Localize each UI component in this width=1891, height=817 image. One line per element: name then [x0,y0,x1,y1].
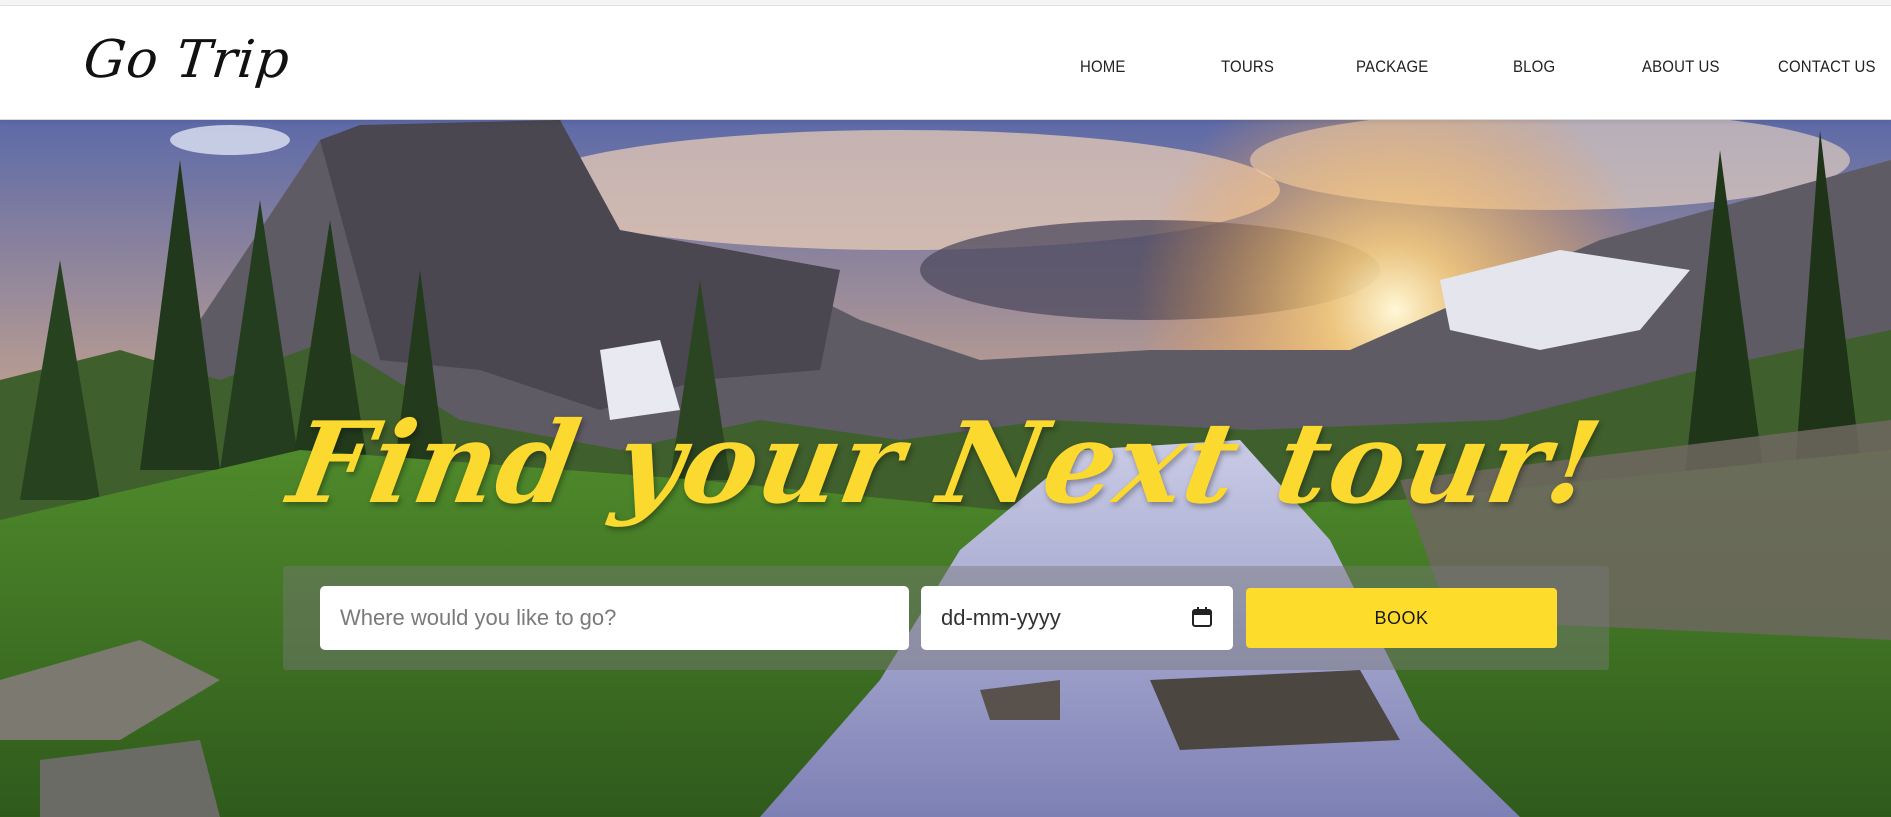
nav-contact-us[interactable]: CONTACT US [1778,57,1876,77]
hero-section: Find your Next tour! dd-mm-yyyy BOOK [0,120,1891,817]
nav-tours[interactable]: TOURS [1221,57,1274,77]
booking-search-panel: dd-mm-yyyy BOOK [283,566,1609,670]
date-picker-input[interactable]: dd-mm-yyyy [921,586,1233,650]
nav-menu: HOME TOURS PACKAGE BLOG ABOUT US CONTACT… [0,57,1891,87]
book-button[interactable]: BOOK [1246,588,1557,648]
nav-about-us[interactable]: ABOUT US [1642,57,1720,77]
hero-headline: Find your Next tour! [280,398,1611,529]
nav-home[interactable]: HOME [1080,57,1126,77]
date-placeholder: dd-mm-yyyy [941,605,1061,630]
calendar-icon[interactable] [1191,606,1213,628]
nav-package[interactable]: PACKAGE [1356,57,1428,77]
destination-input[interactable] [320,586,909,650]
navbar: Go Trip HOME TOURS PACKAGE BLOG ABOUT US… [0,6,1891,120]
nav-blog[interactable]: BLOG [1513,57,1555,77]
